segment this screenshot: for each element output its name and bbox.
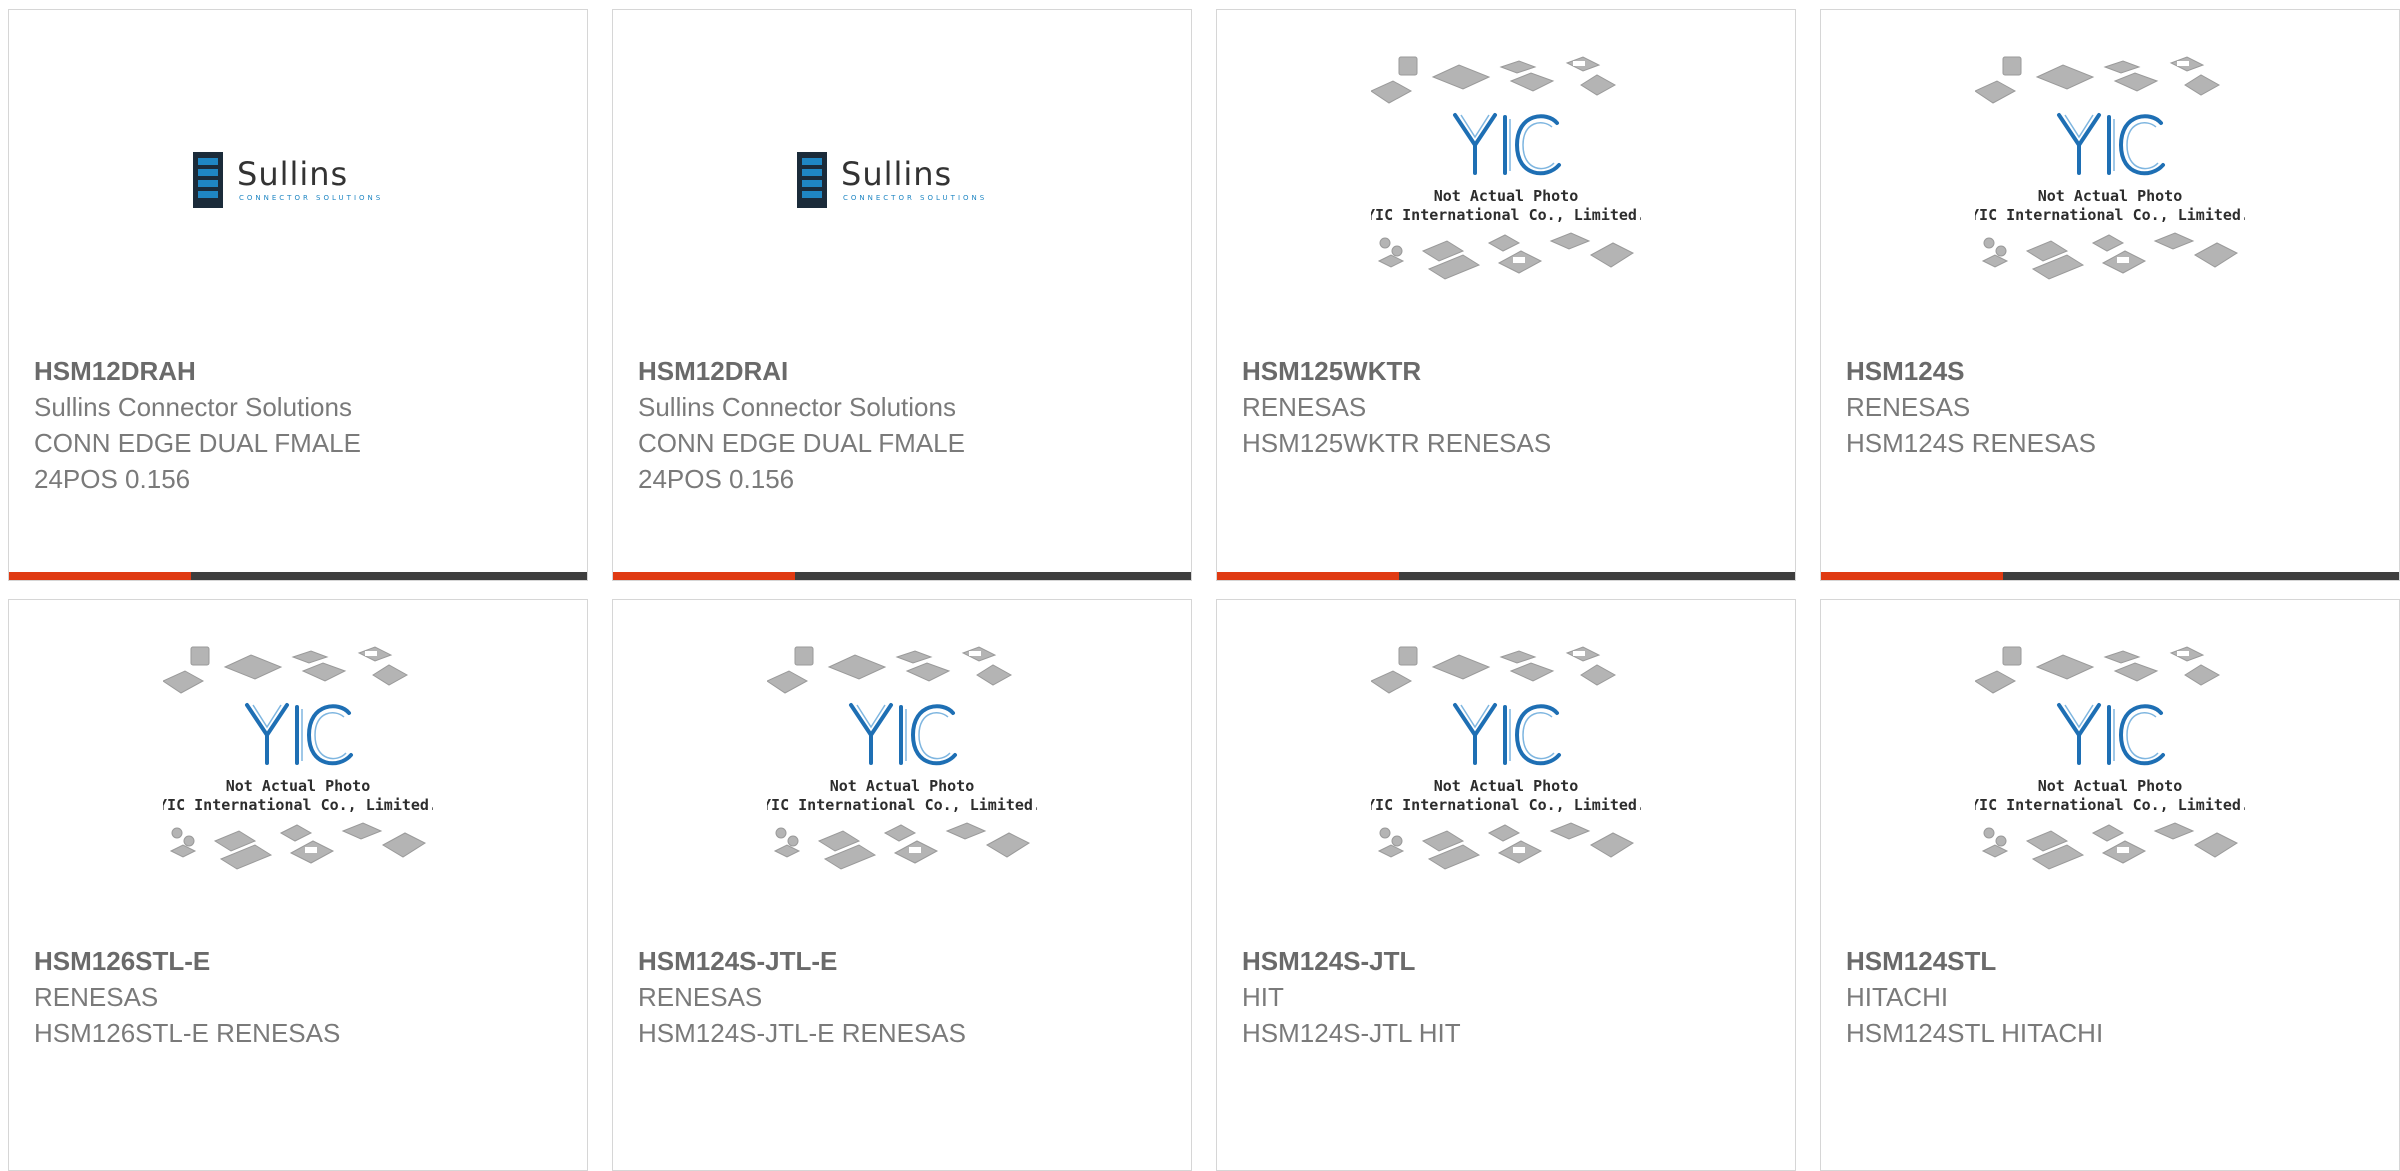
sullins-wordmark: Sullins bbox=[237, 155, 348, 193]
manufacturer: RENESAS bbox=[638, 982, 763, 1012]
description-line: CONN EDGE DUAL FMALE bbox=[638, 428, 965, 458]
placeholder-company: YIC International Co., Limited. bbox=[767, 796, 1037, 814]
yic-logo-icon: Not Actual Photo YIC International Co., … bbox=[1975, 56, 2245, 280]
yic-logo-icon: Not Actual Photo YIC International Co., … bbox=[1975, 646, 2245, 870]
product-info: HSM125WKTR RENESAS HSM125WKTR RENESAS bbox=[1242, 353, 1775, 461]
description-line: HSM125WKTR RENESAS bbox=[1242, 428, 1552, 458]
description-line: CONN EDGE DUAL FMALE bbox=[34, 428, 361, 458]
part-number[interactable]: HSM124S-JTL bbox=[1242, 943, 1775, 979]
card-footer-bar bbox=[1821, 572, 2399, 580]
card-footer-accent bbox=[613, 572, 795, 580]
product-image[interactable]: Not Actual Photo YIC International Co., … bbox=[613, 600, 1191, 940]
description-line: HSM124S-JTL-E RENESAS bbox=[638, 1018, 966, 1048]
placeholder-caption: Not Actual Photo bbox=[2038, 187, 2183, 205]
manufacturer: RENESAS bbox=[1242, 392, 1367, 422]
product-card[interactable]: Not Actual Photo YIC International Co., … bbox=[1820, 599, 2400, 1171]
card-footer-accent bbox=[1217, 572, 1399, 580]
product-card[interactable]: Sullins CONNECTOR SOLUTIONS HSM12DRAH Sul… bbox=[8, 9, 588, 581]
placeholder-company: YIC International Co., Limited. bbox=[1975, 206, 2245, 224]
manufacturer: Sullins Connector Solutions bbox=[638, 392, 956, 422]
part-number[interactable]: HSM126STL-E bbox=[34, 943, 567, 979]
card-footer-bar bbox=[9, 572, 587, 580]
sullins-tagline: CONNECTOR SOLUTIONS bbox=[843, 194, 987, 202]
placeholder-caption: Not Actual Photo bbox=[2038, 777, 2183, 795]
part-number[interactable]: HSM124STL bbox=[1846, 943, 2379, 979]
manufacturer: Sullins Connector Solutions bbox=[34, 392, 352, 422]
placeholder-caption: Not Actual Photo bbox=[1434, 777, 1579, 795]
product-info: HSM12DRAH Sullins Connector Solutions CONN… bbox=[34, 353, 567, 497]
sullins-logo-icon: Sullins CONNECTOR SOLUTIONS bbox=[797, 152, 987, 208]
description-line: 24POS 0.156 bbox=[34, 464, 191, 494]
product-image[interactable]: Not Actual Photo YIC International Co., … bbox=[1821, 600, 2399, 940]
placeholder-company: YIC International Co., Limited. bbox=[1371, 206, 1641, 224]
product-info: HSM126STL-E RENESAS HSM126STL-E RENESAS bbox=[34, 943, 567, 1051]
product-image[interactable]: Not Actual Photo YIC International Co., … bbox=[9, 600, 587, 940]
product-image[interactable]: Sullins CONNECTOR SOLUTIONS bbox=[613, 10, 1191, 350]
manufacturer: RENESAS bbox=[1846, 392, 1971, 422]
manufacturer: HIT bbox=[1242, 982, 1284, 1012]
sullins-tagline: CONNECTOR SOLUTIONS bbox=[239, 194, 383, 202]
description-line: HSM124STL HITACHI bbox=[1846, 1018, 2104, 1048]
part-number[interactable]: HSM125WKTR bbox=[1242, 353, 1775, 389]
description-line: HSM124S-JTL HIT bbox=[1242, 1018, 1461, 1048]
product-card[interactable]: Not Actual Photo YIC International Co., … bbox=[8, 599, 588, 1171]
product-info: HSM124STL HITACHI HSM124STL HITACHI bbox=[1846, 943, 2379, 1051]
yic-logo-icon: Not Actual Photo YIC International Co., … bbox=[163, 646, 433, 870]
product-image[interactable]: Not Actual Photo YIC International Co., … bbox=[1217, 600, 1795, 940]
card-footer-bar bbox=[613, 572, 1191, 580]
product-card[interactable]: Not Actual Photo YIC International Co., … bbox=[1216, 9, 1796, 581]
placeholder-company: YIC International Co., Limited. bbox=[163, 796, 433, 814]
card-footer-accent bbox=[1821, 572, 2003, 580]
yic-logo-icon: Not Actual Photo YIC International Co., … bbox=[1371, 646, 1641, 870]
manufacturer: RENESAS bbox=[34, 982, 159, 1012]
placeholder-caption: Not Actual Photo bbox=[830, 777, 975, 795]
product-card[interactable]: Sullins CONNECTOR SOLUTIONS HSM12DRAI Sul… bbox=[612, 9, 1192, 581]
manufacturer: HITACHI bbox=[1846, 982, 1949, 1012]
placeholder-company: YIC International Co., Limited. bbox=[1371, 796, 1641, 814]
product-image[interactable]: Sullins CONNECTOR SOLUTIONS bbox=[9, 10, 587, 350]
product-grid: Sullins CONNECTOR SOLUTIONS HSM12DRAH Sul… bbox=[8, 9, 2400, 1171]
description-line: HSM124S RENESAS bbox=[1846, 428, 2096, 458]
placeholder-caption: Not Actual Photo bbox=[226, 777, 371, 795]
description-line: 24POS 0.156 bbox=[638, 464, 795, 494]
product-info: HSM124S-JTL-E RENESAS HSM124S-JTL-E RENESA… bbox=[638, 943, 1171, 1051]
product-info: HSM124S-JTL HIT HSM124S-JTL HIT bbox=[1242, 943, 1775, 1051]
product-image[interactable]: Not Actual Photo YIC International Co., … bbox=[1821, 10, 2399, 350]
product-info: HSM12DRAI Sullins Connector Solutions CONN… bbox=[638, 353, 1171, 497]
product-card[interactable]: Not Actual Photo YIC International Co., … bbox=[612, 599, 1192, 1171]
yic-logo-icon: Not Actual Photo YIC International Co., … bbox=[767, 646, 1037, 870]
placeholder-caption: Not Actual Photo bbox=[1434, 187, 1579, 205]
part-number[interactable]: HSM124S-JTL-E bbox=[638, 943, 1171, 979]
card-footer-accent bbox=[9, 572, 191, 580]
yic-logo-icon: Not Actual Photo YIC International Co., … bbox=[1371, 56, 1641, 280]
part-number[interactable]: HSM124S bbox=[1846, 353, 2379, 389]
sullins-wordmark: Sullins bbox=[841, 155, 952, 193]
card-footer-bar bbox=[1217, 572, 1795, 580]
part-number[interactable]: HSM12DRAI bbox=[638, 353, 1171, 389]
product-info: HSM124S RENESAS HSM124S RENESAS bbox=[1846, 353, 2379, 461]
description-line: HSM126STL-E RENESAS bbox=[34, 1018, 341, 1048]
placeholder-company: YIC International Co., Limited. bbox=[1975, 796, 2245, 814]
part-number[interactable]: HSM12DRAH bbox=[34, 353, 567, 389]
product-image[interactable]: Not Actual Photo YIC International Co., … bbox=[1217, 10, 1795, 350]
sullins-logo-icon: Sullins CONNECTOR SOLUTIONS bbox=[193, 152, 383, 208]
product-card[interactable]: Not Actual Photo YIC International Co., … bbox=[1820, 9, 2400, 581]
product-card[interactable]: Not Actual Photo YIC International Co., … bbox=[1216, 599, 1796, 1171]
